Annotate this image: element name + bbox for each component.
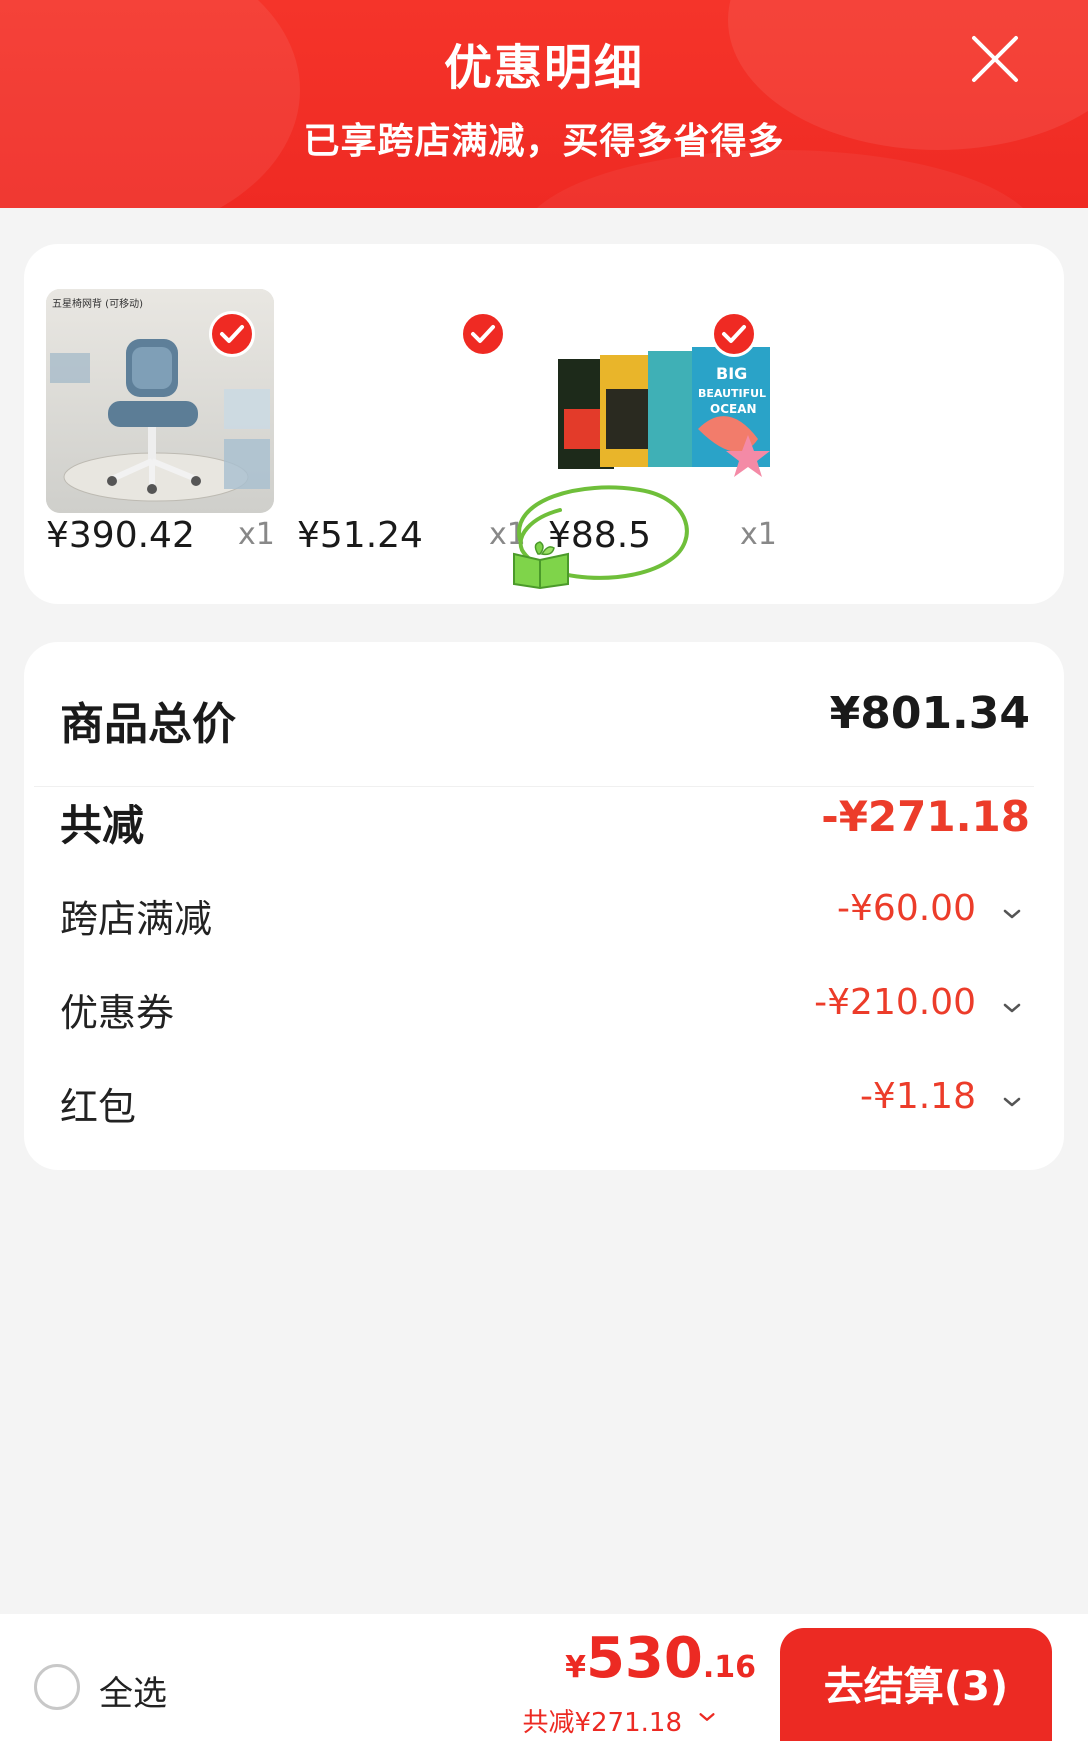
total-reduce-summary[interactable]: 共减¥271.18 [522, 1702, 682, 1739]
chevron-down-icon[interactable] [1000, 902, 1024, 926]
discount-row-coupon[interactable]: 优惠券 -¥210.00 [60, 982, 1030, 1042]
discount-row-red-packet[interactable]: 红包 -¥1.18 [60, 1076, 1030, 1136]
total-price-label: 商品总价 [60, 699, 236, 750]
grand-total: ¥530.16 [565, 1626, 756, 1691]
product-item-chair[interactable]: 五星椅网背 (可移动) ¥390.42 x1 [46, 289, 276, 559]
product-checkbox[interactable] [209, 311, 255, 357]
svg-text:BIG: BIG [716, 364, 747, 383]
chevron-down-icon[interactable] [1000, 996, 1024, 1020]
discount-label: 红包 [60, 1085, 137, 1129]
product-quantity: x1 [238, 517, 275, 552]
total-price-value: ¥801.34 [829, 688, 1030, 739]
discount-label: 跨店满减 [60, 897, 213, 941]
chevron-down-icon[interactable] [696, 1706, 718, 1728]
total-reduce-value: -¥271.18 [821, 792, 1030, 841]
discount-row-cross-store[interactable]: 跨店满减 -¥60.00 [60, 888, 1030, 948]
product-quantity: x1 [740, 517, 777, 552]
select-all-label[interactable]: 全选 [99, 1666, 167, 1715]
grand-total-decimal: .16 [702, 1650, 756, 1685]
discount-value: -¥210.00 [814, 982, 976, 1023]
total-reduce-row: 共减 -¥271.18 [60, 792, 1030, 852]
page-title: 优惠明细 [443, 40, 644, 96]
discount-label: 优惠券 [60, 991, 175, 1035]
svg-text:OCEAN: OCEAN [710, 402, 757, 416]
currency-symbol: ¥ [565, 1650, 586, 1685]
check-icon [471, 325, 495, 343]
chevron-down-icon[interactable] [1000, 1090, 1024, 1114]
discount-value: -¥1.18 [859, 1076, 976, 1117]
book-sticker-icon [513, 541, 569, 590]
close-icon [972, 36, 1018, 82]
total-price-row: 商品总价 ¥801.34 [60, 688, 1030, 750]
check-icon [220, 325, 244, 343]
product-checkbox[interactable] [711, 311, 757, 357]
discount-value: -¥60.00 [837, 888, 976, 929]
product-price: ¥390.42 [46, 515, 195, 556]
product-item-2[interactable]: ¥51.24 x1 [297, 289, 527, 559]
checkout-button[interactable]: 去结算(3) [780, 1628, 1052, 1741]
svg-text:BEAUTIFUL: BEAUTIFUL [698, 387, 766, 400]
close-button[interactable] [970, 34, 1020, 84]
grand-total-integer: 530 [585, 1626, 703, 1691]
thumb-label: 五星椅网背 (可移动) [52, 297, 143, 310]
discount-detail-header: 优惠明细 已享跨店满减，买得多省得多 [0, 0, 1088, 208]
select-all-checkbox[interactable] [34, 1664, 80, 1710]
divider [34, 786, 1034, 787]
checkout-bar: 全选 ¥530.16 共减¥271.18 去结算(3) [0, 1614, 1088, 1741]
product-price: ¥51.24 [297, 515, 423, 556]
product-checkbox[interactable] [460, 311, 506, 357]
check-icon [722, 325, 746, 343]
total-reduce-label: 共减 [60, 801, 145, 850]
page-subtitle: 已享跨店满减，买得多省得多 [303, 121, 785, 162]
